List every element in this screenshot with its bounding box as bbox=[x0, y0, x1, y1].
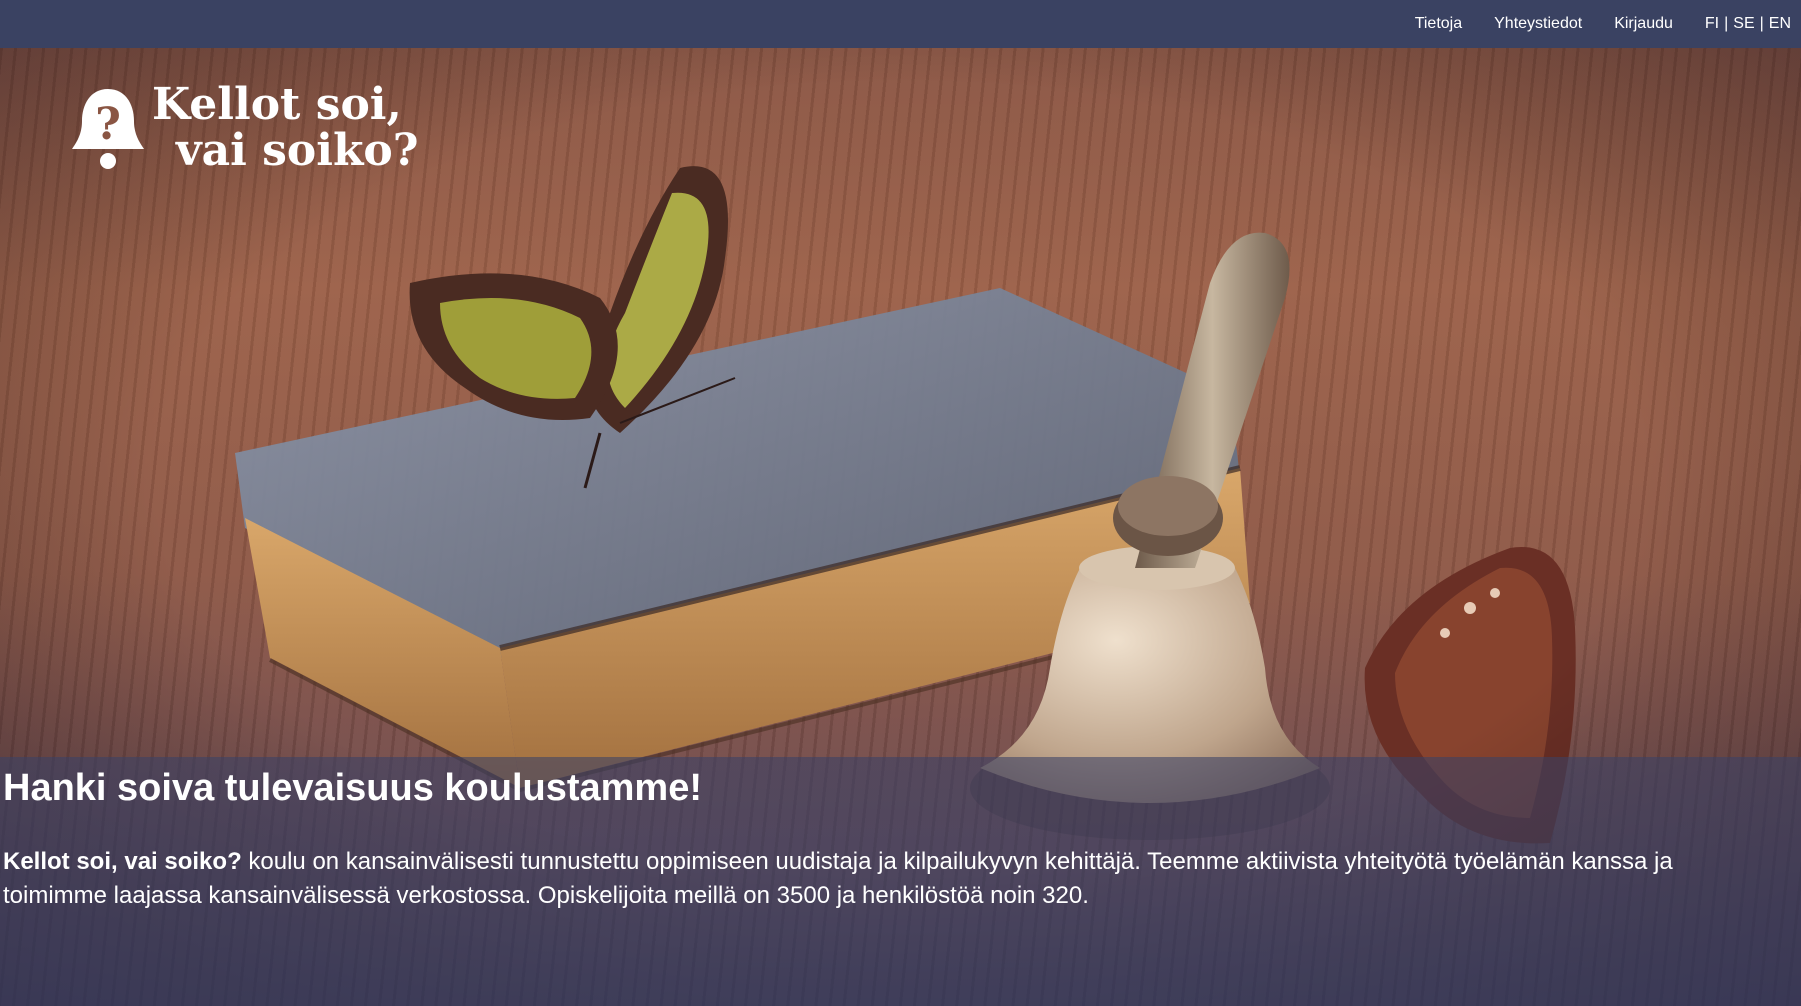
language-switcher: FI | SE | EN bbox=[1705, 15, 1791, 33]
svg-text:?: ? bbox=[95, 99, 121, 150]
page-headline: Hanki soiva tulevaisuus koulustamme! bbox=[3, 767, 703, 809]
lang-separator: | bbox=[1724, 15, 1729, 32]
lang-en-link[interactable]: EN bbox=[1769, 15, 1791, 33]
top-nav: Tietoja Yhteystiedot Kirjaudu FI | SE | … bbox=[1415, 0, 1791, 48]
site-logo[interactable]: ? Kellot soi, vai soiko? bbox=[72, 82, 419, 174]
intro-text: koulu on kansainvälisesti tunnustettu op… bbox=[3, 848, 1673, 909]
nav-link-tietoja[interactable]: Tietoja bbox=[1415, 15, 1462, 33]
nav-link-kirjaudu[interactable]: Kirjaudu bbox=[1614, 15, 1673, 33]
logo-line-1: Kellot soi, bbox=[152, 79, 402, 130]
lang-fi-link[interactable]: FI bbox=[1705, 15, 1719, 33]
nav-link-yhteystiedot[interactable]: Yhteystiedot bbox=[1494, 15, 1582, 33]
logo-line-2: vai soiko? bbox=[176, 125, 419, 176]
top-navigation-bar: Tietoja Yhteystiedot Kirjaudu FI | SE | … bbox=[0, 0, 1801, 48]
intro-brand-name: Kellot soi, vai soiko? bbox=[3, 848, 242, 875]
bell-question-icon: ? bbox=[72, 89, 144, 169]
intro-paragraph: Kellot soi, vai soiko? koulu on kansainv… bbox=[3, 845, 1763, 913]
logo-text: Kellot soi, vai soiko? bbox=[152, 82, 419, 174]
lang-se-link[interactable]: SE bbox=[1733, 15, 1754, 33]
lang-separator: | bbox=[1759, 15, 1764, 32]
